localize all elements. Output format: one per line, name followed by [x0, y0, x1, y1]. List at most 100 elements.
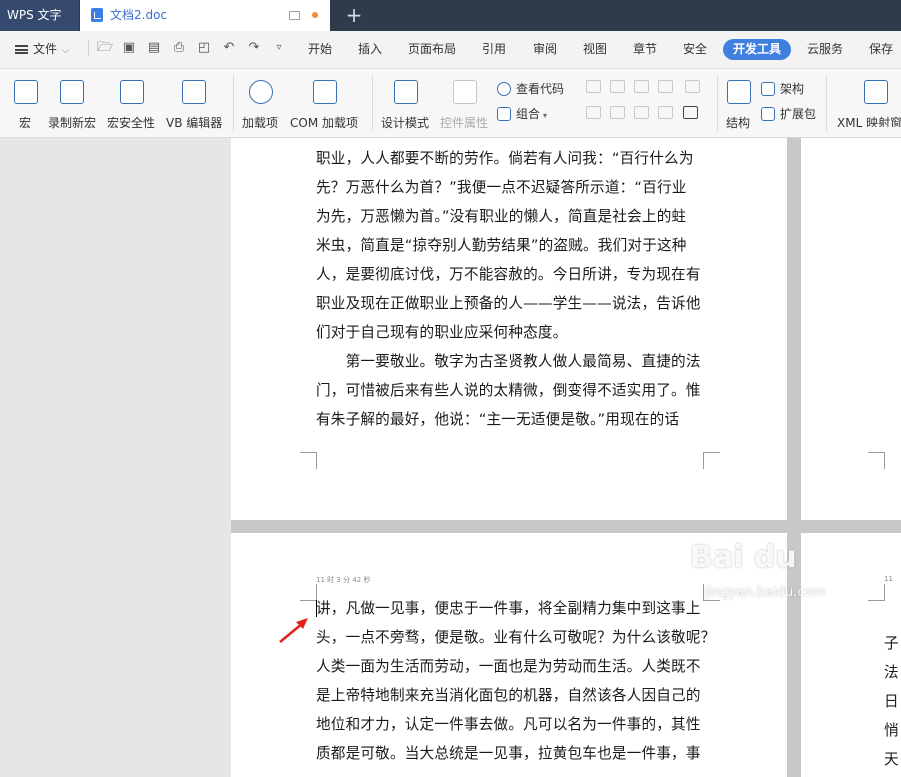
page-break: [231, 520, 787, 533]
crop-mark: [868, 452, 885, 469]
text-line: 悄: [884, 722, 899, 739]
text-line: 职业及现在正做职业上预备的人——学生——说法，告诉他: [316, 295, 701, 312]
schema-button[interactable]: 架构: [761, 80, 804, 97]
print-icon[interactable]: ⎙: [172, 41, 186, 55]
structure-button[interactable]: 结构: [725, 77, 753, 130]
control-properties-label: 控件属性: [440, 116, 489, 130]
text-line: 先？万恶什么为首？”我便一点不迟疑答所示道：“百行业: [316, 179, 687, 196]
gear-icon: [249, 80, 273, 104]
group-label: 组合: [516, 107, 541, 121]
menu-item-references[interactable]: 引用: [482, 31, 506, 68]
image-control-icon[interactable]: [658, 80, 673, 93]
menu-item-chapter[interactable]: 章节: [633, 31, 657, 68]
combo-control-icon[interactable]: [586, 106, 601, 119]
right-page-text[interactable]: 子 法 日 悄 天: [884, 629, 899, 774]
save-icon[interactable]: ▣: [122, 41, 136, 55]
text-line: 法: [884, 664, 899, 681]
text-line: 人，是要彻底讨伐，万不能容赦的。今日所讲，专为现在有: [316, 266, 701, 283]
crop-mark: [300, 452, 317, 469]
menu-item-developer-tools[interactable]: 开发工具: [723, 39, 791, 60]
magnifier-icon: [497, 82, 511, 96]
new-tab-button[interactable]: +: [345, 4, 363, 26]
open-folder-icon[interactable]: 🗁: [97, 41, 113, 55]
unsaved-dot-icon: [312, 12, 318, 18]
monitor-icon[interactable]: [289, 11, 300, 20]
control-properties-icon: [453, 80, 477, 104]
menu-item-home[interactable]: 开始: [308, 31, 332, 68]
text-line: 第一要敬业。敬字为古圣贤教人做人最简易、直捷的法: [316, 353, 701, 370]
macro-security-button[interactable]: 宏安全性: [107, 77, 157, 130]
expansion-pack-icon: [761, 107, 775, 121]
block-control-icon[interactable]: [658, 106, 673, 119]
text-control-icon[interactable]: [586, 80, 601, 93]
text-line: 日: [884, 693, 899, 710]
menu-item-insert[interactable]: 插入: [358, 31, 382, 68]
text-line: 地位和才力，认定一件事去做。凡可以名为一件事的，其性: [316, 716, 701, 733]
vb-editor-label: VB 编辑器: [166, 116, 223, 130]
hamburger-icon: [15, 45, 28, 54]
print-preview-icon[interactable]: ◰: [197, 41, 211, 55]
vb-editor-button[interactable]: VB 编辑器: [166, 77, 224, 130]
text-line: 有朱子解的最好，他说：“主一无适便是敬。”用现在的话: [316, 411, 680, 428]
list-control-icon[interactable]: [610, 106, 625, 119]
ribbon-divider: [233, 75, 234, 131]
title-bar: WPS 文字 文档2.doc +: [0, 0, 901, 31]
text-line: 头，一点不旁骛，便是敬。业有什么可敬呢？为什么该敬呢？: [316, 629, 716, 646]
text-line: 质都是可敬。当大总统是一见事，拉黄包车也是一件事，事: [316, 745, 701, 762]
undo-icon[interactable]: ↶: [222, 41, 236, 55]
text-line: 们对于自己现有的职业应采何种态度。: [316, 324, 568, 341]
document-tab-title: 文档2.doc: [110, 8, 168, 22]
page2-body-text[interactable]: 讲，凡做一见事，便忠于一件事，将全副精力集中到这事上 头，一点不旁骛，便是敬。业…: [316, 594, 715, 768]
document-tab[interactable]: 文档2.doc: [80, 0, 330, 31]
menu-item-page-layout[interactable]: 页面布局: [408, 31, 456, 68]
menu-divider: [88, 40, 89, 56]
structure-icon: [727, 80, 751, 104]
macro-icon: [14, 80, 38, 104]
addins-label: 加载项: [242, 116, 279, 130]
record-macro-label: 录制新宏: [48, 116, 97, 130]
checkbox-control-icon[interactable]: [685, 80, 700, 93]
date-control-icon[interactable]: [634, 106, 649, 119]
text-cursor: [316, 600, 317, 617]
redo-icon[interactable]: ↷: [247, 41, 261, 55]
text-line: 米虫，简直是“掠夺别人勤劳结果”的盗贼。我们对于这种: [316, 237, 687, 254]
page1-body-text[interactable]: 职业，人人都要不断的劳作。倘若有人问我：“百行什么为 先？万恶什么为首？”我便一…: [316, 144, 701, 434]
red-arrow-annotation-icon: [279, 618, 308, 644]
addins-button[interactable]: 加载项: [242, 77, 282, 130]
file-menu-label: 文件: [33, 42, 58, 56]
menu-item-review[interactable]: 审阅: [533, 31, 557, 68]
com-addins-button[interactable]: COM 加载项: [290, 77, 362, 130]
text-line: 为先，万恶懒为首。”没有职业的懒人，简直是社会上的蛀: [316, 208, 687, 225]
expansion-pack-button[interactable]: 扩展包: [761, 105, 816, 122]
word-document-icon: [91, 8, 103, 22]
export-pdf-icon[interactable]: ▤: [147, 41, 161, 55]
rich-text-control-icon[interactable]: [610, 80, 625, 93]
view-code-button[interactable]: 查看代码: [497, 80, 564, 97]
text-line: 是上帝特地制来充当消化面包的机器，自然该各人因自己的: [316, 687, 701, 704]
document-page-right[interactable]: [801, 138, 901, 520]
file-menu-button[interactable]: 文件 ⌵: [15, 40, 69, 58]
menu-item-view[interactable]: 视图: [583, 31, 607, 68]
menu-item-cloud-service[interactable]: 云服务: [807, 31, 843, 68]
text-line: 职业，人人都要不断的劳作。倘若有人问我：“百行什么为: [316, 150, 694, 167]
xml-mapping-button[interactable]: XML 映射窗: [836, 77, 901, 127]
com-gear-icon: [313, 80, 337, 104]
group-dropdown[interactable]: 组合 ▾: [497, 105, 547, 122]
design-mode-button[interactable]: 设计模式: [381, 77, 431, 130]
record-macro-button[interactable]: 录制新宏: [48, 77, 98, 130]
ribbon-divider: [826, 75, 827, 131]
more-icon[interactable]: ▿: [272, 41, 286, 55]
control-properties-button[interactable]: 控件属性: [440, 77, 490, 130]
picture-control-icon[interactable]: [634, 80, 649, 93]
baidu-watermark: Bai du: [690, 540, 797, 575]
menu-item-security[interactable]: 安全: [683, 31, 707, 68]
schema-icon: [761, 82, 775, 96]
text-line: 子: [884, 635, 899, 652]
app-name-tab[interactable]: WPS 文字: [0, 0, 79, 31]
menu-item-save-to[interactable]: 保存到: [869, 31, 901, 93]
view-code-label: 查看代码: [516, 82, 565, 96]
header-timestamp: 11 时 3 分 42 秒: [316, 576, 371, 584]
macro-button[interactable]: 宏: [12, 77, 40, 130]
legacy-tools-icon[interactable]: [683, 106, 698, 119]
design-mode-label: 设计模式: [381, 116, 430, 130]
